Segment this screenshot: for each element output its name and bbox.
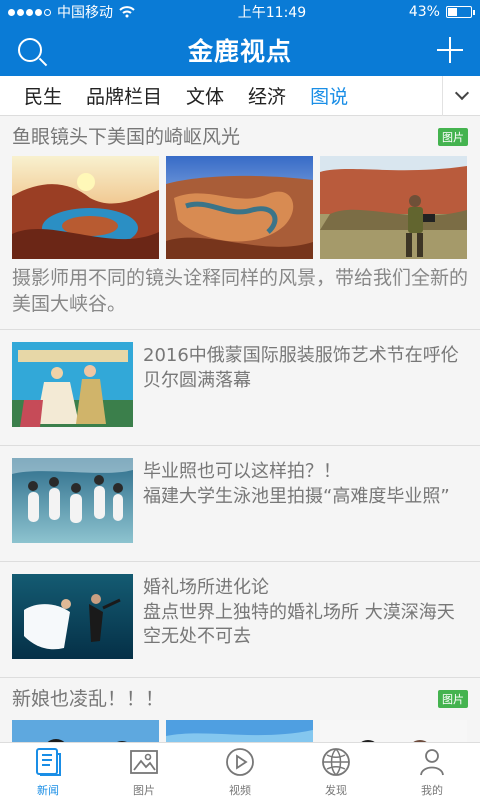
battery-icon (445, 6, 475, 18)
news-feed: 鱼眼镜头下美国的崎岖风光 图片 摄影师用不同的镜头诠释同样的风景，带给我们全新的… (0, 116, 480, 742)
battery-percentage: 43% (408, 4, 440, 20)
gallery-image-bride-3[interactable] (320, 720, 467, 742)
search-icon (18, 38, 42, 62)
nav-label: 发现 (325, 783, 347, 797)
gallery-title: 鱼眼镜头下美国的崎岖风光 (12, 125, 241, 148)
tab-picture-stories[interactable]: 图说 (286, 82, 348, 109)
chevron-down-icon (454, 85, 469, 101)
search-button[interactable] (14, 34, 46, 66)
gallery-card[interactable]: 鱼眼镜头下美国的崎岖风光 图片 摄影师用不同的镜头诠释同样的风景，带给我们全新的… (0, 116, 480, 331)
news-item-wedding-venues[interactable]: 婚礼场所进化论 盘点世界上独特的婚礼场所 大漠深海天空无处不可去 (0, 562, 480, 679)
nav-label: 视频 (229, 783, 251, 797)
status-left: 中国移动 (8, 2, 135, 22)
category-tabs: 民生 品牌栏目 文体 经济 图说 (0, 75, 480, 116)
nav-label: 我的 (421, 783, 443, 797)
nav-label: 图片 (133, 783, 155, 797)
wifi-icon (119, 6, 135, 18)
more-tabs-button[interactable] (442, 75, 480, 116)
bottom-navigation: 新闻 图片 视频 发现 我的 (0, 742, 480, 800)
nav-label: 新闻 (37, 783, 59, 797)
gallery-image-canyon-bends[interactable] (166, 156, 313, 259)
gallery-header: 鱼眼镜头下美国的崎岖风光 图片 (12, 126, 468, 148)
news-item-graduation-photo[interactable]: 毕业照也可以这样拍？！ 福建大学生泳池里拍摄“高难度毕业照” (0, 446, 480, 563)
signal-dot (35, 8, 42, 16)
gallery-image-photographer[interactable] (320, 156, 467, 259)
signal-dot (8, 8, 15, 16)
news-thumbnail-fashion-festival (12, 342, 133, 428)
tab-minsheng[interactable]: 民生 (0, 82, 62, 109)
gallery-card[interactable]: 新娘也凌乱！！！ 图片 (0, 678, 480, 742)
gallery-description: 摄影师用不同的镜头诠释同样的风景，带给我们全新的美国大峡谷。 (12, 267, 469, 315)
app-bar: 金鹿视点 (0, 24, 480, 76)
gallery-images (12, 156, 468, 259)
gallery-title: 新娘也凌乱！！！ (12, 688, 165, 711)
gallery-images (12, 720, 468, 742)
news-icon (36, 747, 61, 776)
signal-dot (26, 8, 33, 16)
video-icon (226, 747, 254, 776)
news-text: 2016中俄蒙国际服装服饰艺术节在呼伦贝尔圆满落幕 (143, 342, 468, 393)
nav-discover[interactable]: 发现 (288, 743, 384, 800)
news-subtitle: 福建大学生泳池里拍摄“高难度毕业照” (143, 485, 450, 507)
gallery-header: 新娘也凌乱！！！ 图片 (12, 688, 468, 710)
gallery-image-bride-1[interactable] (12, 720, 159, 742)
news-text: 毕业照也可以这样拍？！ 福建大学生泳池里拍摄“高难度毕业照” (143, 458, 450, 509)
signal-dot (17, 8, 24, 16)
globe-icon (322, 747, 350, 776)
photo-badge: 图片 (438, 690, 468, 709)
news-title: 婚礼场所进化论 (143, 577, 269, 599)
signal-icon (8, 8, 51, 16)
carrier-label: 中国移动 (57, 5, 113, 21)
nav-images[interactable]: 图片 (96, 743, 192, 800)
app-title: 金鹿视点 (187, 37, 292, 66)
news-subtitle: 盘点世界上独特的婚礼场所 大漠深海天空无处不可去 (143, 601, 455, 647)
user-icon (420, 748, 444, 775)
plus-icon (436, 37, 463, 63)
nav-news[interactable]: 新闻 (0, 743, 96, 800)
news-title: 2016中俄蒙国际服装服饰艺术节在呼伦贝尔圆满落幕 (143, 345, 459, 391)
tab-brand-columns[interactable]: 品牌栏目 (62, 82, 162, 109)
image-icon (130, 749, 158, 774)
tab-economy[interactable]: 经济 (224, 82, 286, 109)
status-bar: 中国移动 上午11:49 43% (0, 0, 480, 24)
status-right: 43% (408, 4, 475, 20)
nav-video[interactable]: 视频 (192, 743, 288, 800)
photo-badge: 图片 (438, 128, 468, 146)
add-button[interactable] (434, 34, 466, 66)
gallery-image-canyon-curve[interactable] (12, 156, 159, 259)
news-text: 婚礼场所进化论 盘点世界上独特的婚礼场所 大漠深海天空无处不可去 (143, 574, 468, 649)
news-thumbnail-graduation-photo (12, 458, 133, 544)
top-area: 中国移动 上午11:49 43% 金鹿视点 (0, 0, 480, 76)
status-time: 上午11:49 (237, 5, 307, 21)
battery-fill (447, 8, 458, 16)
nav-profile[interactable]: 我的 (384, 743, 480, 800)
signal-dot (44, 8, 51, 16)
gallery-image-bride-2[interactable] (166, 720, 313, 742)
news-item-fashion-festival[interactable]: 2016中俄蒙国际服装服饰艺术节在呼伦贝尔圆满落幕 (0, 330, 480, 447)
tab-culture-sports[interactable]: 文体 (162, 82, 224, 109)
news-thumbnail-wedding-venues (12, 574, 133, 660)
news-title: 毕业照也可以这样拍？！ (143, 461, 341, 483)
